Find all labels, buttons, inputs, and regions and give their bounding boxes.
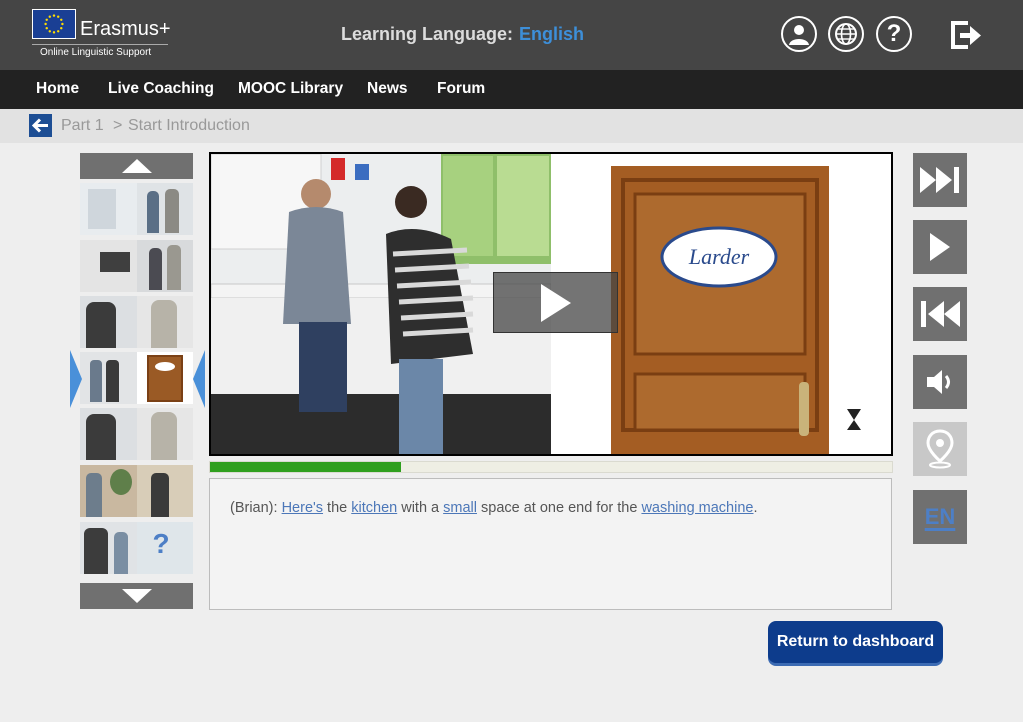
location-pin-icon xyxy=(926,429,954,469)
main-nav: Home Live Coaching MOOC Library News For… xyxy=(0,70,1023,109)
scene-thumbnail[interactable]: ? xyxy=(80,522,193,574)
user-icon xyxy=(789,25,809,45)
rewind-button[interactable] xyxy=(913,287,967,341)
back-button[interactable] xyxy=(29,114,52,137)
triangle-up-icon xyxy=(121,159,152,173)
thumbnail-scroll-up-button[interactable] xyxy=(80,153,193,179)
nav-home[interactable]: Home xyxy=(36,80,79,98)
scene-thumbnail-selected[interactable] xyxy=(80,352,193,404)
eu-flag-icon xyxy=(32,9,76,39)
volume-button[interactable] xyxy=(913,355,967,409)
play-icon xyxy=(930,233,950,261)
skip-forward-icon xyxy=(920,167,959,193)
vocabulary-link[interactable]: Here's xyxy=(282,500,323,516)
play-icon xyxy=(540,283,571,322)
learning-language: Learning Language: English xyxy=(341,24,584,45)
vocabulary-link[interactable]: small xyxy=(443,500,477,516)
scene-thumbnail[interactable] xyxy=(80,296,193,348)
door-sign-text: Larder xyxy=(688,244,750,269)
question-mark-icon: ? xyxy=(152,528,170,559)
user-profile-button[interactable] xyxy=(781,16,817,52)
breadcrumb: Part 1 > Start Introduction xyxy=(0,109,1023,143)
volume-icon xyxy=(927,370,950,394)
breadcrumb-part[interactable]: Part 1 xyxy=(61,117,104,135)
brand-name: Erasmus+ xyxy=(80,18,171,40)
video-player[interactable]: Larder xyxy=(209,152,893,456)
help-button[interactable]: ? xyxy=(876,16,912,52)
skip-forward-button[interactable] xyxy=(913,153,967,207)
rewind-icon xyxy=(921,301,960,327)
logout-button[interactable] xyxy=(948,18,984,52)
play-button[interactable] xyxy=(913,220,967,274)
subtitle-language-button[interactable]: EN xyxy=(913,490,967,544)
return-to-dashboard-button[interactable]: Return to dashboard xyxy=(768,621,943,663)
triangle-down-icon xyxy=(121,589,152,603)
subtitle-panel: (Brian): Here's the kitchen with a small… xyxy=(209,478,892,610)
nav-live-coaching[interactable]: Live Coaching xyxy=(108,80,214,98)
nav-forum[interactable]: Forum xyxy=(437,80,485,98)
scene-thumbnail[interactable] xyxy=(80,465,193,517)
subtitle-text-segment: space at one end for the xyxy=(476,500,642,516)
learning-language-label: Learning Language: xyxy=(341,24,514,44)
breadcrumb-current: Start Introduction xyxy=(128,117,250,134)
vocabulary-link[interactable]: washing machine xyxy=(641,500,753,516)
logout-icon xyxy=(951,21,981,49)
scene-thumbnail[interactable] xyxy=(80,240,193,292)
vocabulary-link[interactable]: kitchen xyxy=(351,500,397,516)
nav-news[interactable]: News xyxy=(367,80,408,98)
selection-marker-left-icon xyxy=(70,350,82,408)
subtitle-speaker: (Brian): xyxy=(230,500,278,516)
thumbnail-scroll-down-button[interactable] xyxy=(80,583,193,609)
nav-mooc-library[interactable]: MOOC Library xyxy=(238,80,343,98)
arrow-left-icon xyxy=(31,118,48,133)
help-icon: ? xyxy=(886,20,902,47)
logo-divider xyxy=(32,44,168,45)
breadcrumb-separator: > xyxy=(113,117,123,134)
video-progress-bar[interactable] xyxy=(209,461,893,473)
video-progress-fill xyxy=(210,462,401,472)
erasmus-logo[interactable]: Erasmus+ Online Linguistic Support xyxy=(30,8,171,62)
scene-thumbnail[interactable] xyxy=(80,183,193,235)
subtitle-text-segment: the xyxy=(323,500,352,516)
learning-language-value[interactable]: English xyxy=(519,24,584,44)
location-button[interactable] xyxy=(913,422,967,476)
globe-icon xyxy=(835,23,857,45)
language-globe-button[interactable] xyxy=(828,16,864,52)
subtitle-text: (Brian): Here's the kitchen with a small… xyxy=(230,500,758,516)
header: Erasmus+ Online Linguistic Support Learn… xyxy=(0,0,1023,70)
brand-subtitle: Online Linguistic Support xyxy=(40,47,152,58)
video-play-button[interactable] xyxy=(493,272,618,333)
subtitle-line: Here's the kitchen with a small space at… xyxy=(282,500,758,516)
subtitle-text-segment: . xyxy=(753,500,758,516)
subtitle-text-segment: with a xyxy=(397,500,444,516)
selection-marker-right-icon xyxy=(193,350,205,408)
scene-thumbnail[interactable] xyxy=(80,408,193,460)
language-code: EN xyxy=(924,504,956,529)
